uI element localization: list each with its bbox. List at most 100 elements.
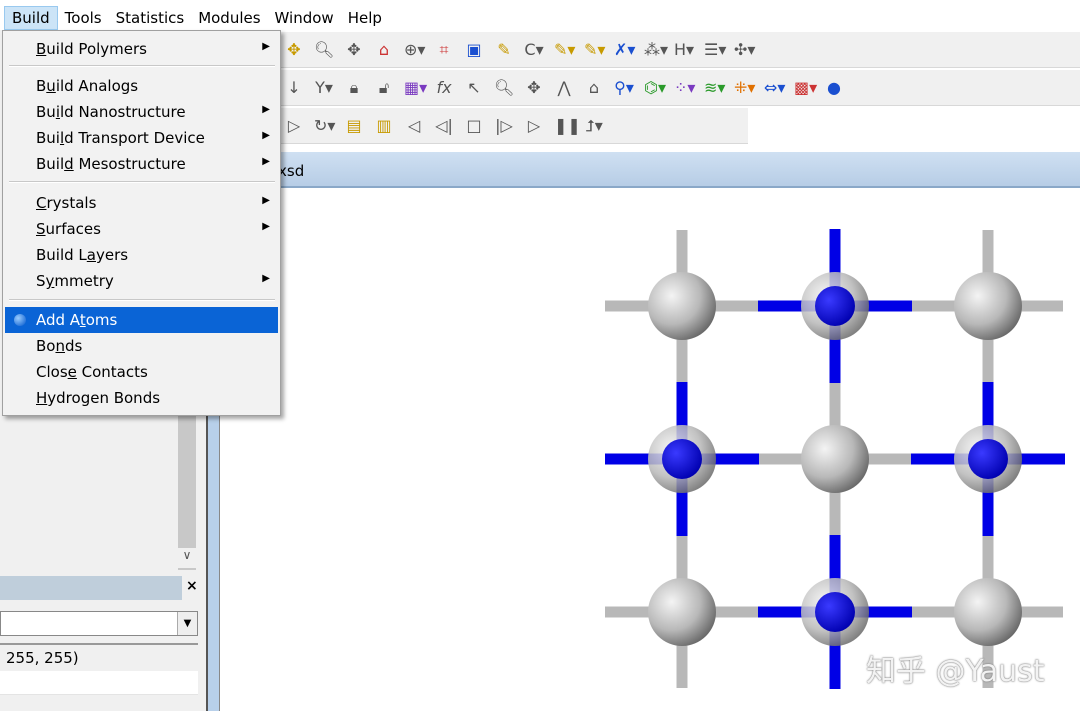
module-orange-icon[interactable]: ⁜▾ <box>734 78 755 97</box>
toolbar-row-2: ↓ Y▾ 🔒︎ 🔓︎ ▦▾ fx ↖ 🔍︎ ✥ ⋀ ⌂ ⚲▾ ⌬▾ ⁘▾ ≋▾ … <box>278 70 1080 106</box>
menu-item-label: Build Mesostructure <box>36 155 186 173</box>
stack-icon[interactable]: ▤ <box>344 116 364 135</box>
zoom-icon[interactable]: 🔍︎ <box>314 40 334 59</box>
module-cluster-icon[interactable]: ⁘▾ <box>674 78 695 97</box>
atom-blue <box>968 439 1008 479</box>
menu-item-hydrogen-bonds[interactable]: Hydrogen Bonds <box>5 385 278 411</box>
menu-build[interactable]: Build <box>4 6 58 30</box>
menu-item-build-layers[interactable]: Build Layers <box>5 242 278 268</box>
properties-panel-title <box>0 576 182 600</box>
module-dftb-icon[interactable]: ▩▾ <box>794 78 817 97</box>
structure-viewer[interactable] <box>220 189 1080 711</box>
lock-icon[interactable]: 🔒︎ <box>344 78 364 98</box>
play-icon[interactable]: ▷ <box>284 116 304 135</box>
menu-statistics[interactable]: Statistics <box>109 7 192 29</box>
submenu-arrow-icon: ▶ <box>262 156 270 167</box>
build-menu: Build Polymers ▶ Build Analogs Build Nanost… <box>2 30 281 416</box>
menu-window[interactable]: Window <box>268 7 341 29</box>
atom-grey <box>801 425 869 493</box>
atom-grey <box>648 272 716 340</box>
menu-item-build-mesostructure[interactable]: Build Mesostructure ▶ <box>5 151 278 177</box>
display-icon[interactable]: ▣ <box>464 40 484 59</box>
function-icon[interactable]: fx <box>434 78 454 97</box>
menu-separator <box>9 299 275 301</box>
menu-item-symmetry[interactable]: Symmetry ▶ <box>5 268 278 294</box>
menu-item-build-analogs[interactable]: Build Analogs <box>5 73 278 99</box>
center-icon[interactable]: ⊕▾ <box>404 40 425 59</box>
atom-grey <box>954 272 1022 340</box>
scroll-down-icon[interactable]: ∨ <box>178 548 196 568</box>
chevron-down-icon[interactable]: ▼ <box>177 612 197 635</box>
align-icon[interactable]: ✣▾ <box>734 40 755 59</box>
menu-item-label: Build Analogs <box>36 77 139 95</box>
submenu-arrow-icon: ▶ <box>262 273 270 284</box>
pause-icon[interactable]: ❚❚ <box>554 116 581 135</box>
translate-icon[interactable]: ✥ <box>344 40 364 59</box>
menu-item-add-atoms[interactable]: Add Atoms <box>5 307 278 333</box>
menu-item-label: Symmetry <box>36 272 114 290</box>
select-icon[interactable]: ↖ <box>464 78 484 97</box>
menu-item-label: Bonds <box>36 337 83 355</box>
property-row <box>0 671 198 695</box>
stop-icon[interactable]: □ <box>464 116 484 135</box>
menu-separator <box>9 65 275 67</box>
menu-item-bonds[interactable]: Bonds <box>5 333 278 359</box>
element-icon[interactable]: C▾ <box>524 40 544 59</box>
zoom-icon-2[interactable]: 🔍︎ <box>494 78 514 97</box>
prev-icon[interactable]: ◁ <box>404 116 424 135</box>
menu-item-crystals[interactable]: Crystals ▶ <box>5 190 278 216</box>
first-icon[interactable]: ◁| <box>434 116 454 135</box>
close-icon[interactable]: × <box>186 578 198 594</box>
menu-modules[interactable]: Modules <box>191 7 267 29</box>
menu-item-label: Hydrogen Bonds <box>36 389 161 407</box>
home-icon-2[interactable]: ⌂ <box>584 78 604 97</box>
rotate-icon[interactable]: ✥ <box>284 40 304 59</box>
menu-help[interactable]: Help <box>341 7 389 29</box>
atom-blue <box>815 286 855 326</box>
move-icon[interactable]: ✥ <box>524 78 544 97</box>
menu-tools[interactable]: Tools <box>58 7 109 29</box>
menu-item-build-transport-device[interactable]: Build Transport Device ▶ <box>5 125 278 151</box>
unlock-icon[interactable]: 🔓︎ <box>374 78 394 98</box>
properties-combo[interactable]: ▼ <box>0 611 198 636</box>
measure-icon[interactable]: ☰▾ <box>704 40 726 59</box>
ring-icon[interactable]: ✎▾ <box>554 40 575 59</box>
home-icon[interactable]: ⌂ <box>374 40 394 59</box>
menu-item-close-contacts[interactable]: Close Contacts <box>5 359 278 385</box>
last-icon[interactable]: |▷ <box>494 116 514 135</box>
module-blue-icon[interactable]: ● <box>824 78 844 97</box>
matrix-icon[interactable]: ▦▾ <box>404 78 427 97</box>
hydrogens-icon[interactable]: ⁂▾ <box>644 40 668 59</box>
fit-icon[interactable]: ⌗ <box>434 40 454 60</box>
chain-icon[interactable]: ✎▾ <box>584 40 605 59</box>
pencil-icon[interactable]: ✎ <box>494 40 514 59</box>
branch-icon[interactable]: Y▾ <box>314 78 334 97</box>
loop-icon[interactable]: ↻▾ <box>314 116 335 135</box>
menu-item-surfaces[interactable]: Surfaces ▶ <box>5 216 278 242</box>
document-tab[interactable]: xsd <box>210 152 1080 188</box>
atom-grey <box>648 578 716 646</box>
module-wave-icon[interactable]: ≋▾ <box>704 78 725 97</box>
clean-icon[interactable]: ✗▾ <box>614 40 635 59</box>
menu-item-build-polymers[interactable]: Build Polymers ▶ <box>5 36 278 62</box>
module-dynamics-icon[interactable]: ⌬▾ <box>644 78 666 97</box>
module-link-icon[interactable]: ⇔▾ <box>764 78 785 97</box>
cabinet-icon[interactable]: ▥ <box>374 116 394 135</box>
menu-item-label: Add Atoms <box>36 311 118 329</box>
h-icon[interactable]: H▾ <box>674 40 694 59</box>
atom-blue <box>815 592 855 632</box>
menu-item-label: Build Nanostructure <box>36 103 186 121</box>
menu-item-label: Close Contacts <box>36 363 148 381</box>
toolbar-row-1: ✥ 🔍︎ ✥ ⌂ ⊕▾ ⌗ ▣ ✎ C▾ ✎▾ ✎▾ ✗▾ ⁂▾ H▾ ☰▾ ✣… <box>278 32 1080 68</box>
sort-icon[interactable]: ↓ <box>284 78 304 97</box>
submenu-arrow-icon: ▶ <box>262 41 270 52</box>
submenu-arrow-icon: ▶ <box>262 130 270 141</box>
module-forcite-icon[interactable]: ⚲▾ <box>614 78 634 97</box>
menu-item-label: Surfaces <box>36 220 101 238</box>
export-icon[interactable]: ⮥▾ <box>584 116 604 136</box>
spectrum-icon[interactable]: ⋀ <box>554 78 574 97</box>
next-icon[interactable]: ▷ <box>524 116 544 135</box>
watermark: 知乎 @Yaust <box>866 654 1045 689</box>
menu-item-build-nanostructure[interactable]: Build Nanostructure ▶ <box>5 99 278 125</box>
scrollbar[interactable] <box>178 410 196 570</box>
